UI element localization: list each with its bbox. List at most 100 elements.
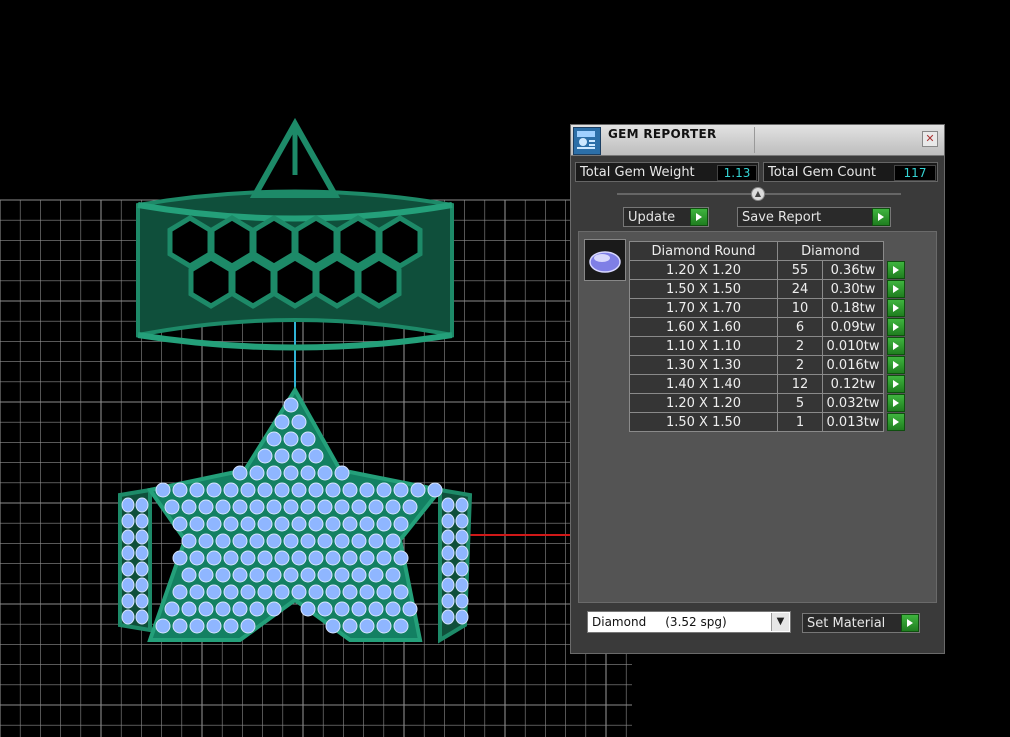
star-pendant-model[interactable] xyxy=(118,386,473,644)
gem-stone xyxy=(266,567,282,583)
gem-stone xyxy=(240,482,256,498)
gem-stone xyxy=(135,561,149,577)
gem-stone xyxy=(232,465,248,481)
gem-weight-cell: 0.032tw xyxy=(822,393,884,413)
gem-stone xyxy=(291,448,307,464)
gem-stone xyxy=(283,465,299,481)
gem-stone xyxy=(215,601,231,617)
gem-count-cell: 6 xyxy=(777,317,823,337)
gem-stone xyxy=(342,618,358,634)
gem-stone xyxy=(317,499,333,515)
gem-stone xyxy=(385,567,401,583)
table-row[interactable]: 1.30 X 1.30 2 0.016tw xyxy=(629,355,907,375)
gem-stone xyxy=(385,601,401,617)
gem-stone xyxy=(155,618,171,634)
gem-stone xyxy=(121,561,135,577)
gem-stone xyxy=(121,545,135,561)
play-icon xyxy=(887,317,905,336)
play-icon xyxy=(887,298,905,317)
row-play-button[interactable] xyxy=(884,374,907,394)
gem-stone xyxy=(249,499,265,515)
gem-stone xyxy=(198,533,214,549)
gem-stone xyxy=(206,482,222,498)
gem-stone xyxy=(181,567,197,583)
row-play-button[interactable] xyxy=(884,260,907,280)
save-report-button[interactable]: Save Report xyxy=(737,207,891,227)
gem-stone xyxy=(455,529,469,545)
gem-stone xyxy=(266,465,282,481)
gem-stone xyxy=(257,448,273,464)
gem-size-cell: 1.60 X 1.60 xyxy=(629,317,778,337)
row-play-button[interactable] xyxy=(884,393,907,413)
play-icon xyxy=(690,208,708,226)
gem-stone xyxy=(135,609,149,625)
gem-stone xyxy=(266,431,282,447)
table-row[interactable]: 1.20 X 1.20 55 0.36tw xyxy=(629,260,907,280)
gem-stone xyxy=(215,567,231,583)
row-play-button[interactable] xyxy=(884,336,907,356)
gem-stone xyxy=(249,465,265,481)
gem-stone xyxy=(342,482,358,498)
gem-stone xyxy=(121,577,135,593)
gem-stone xyxy=(257,482,273,498)
gem-stone xyxy=(393,550,409,566)
row-play-button[interactable] xyxy=(884,279,907,299)
dropdown-arrow-icon[interactable]: ▼ xyxy=(771,613,789,631)
table-row[interactable]: 1.70 X 1.70 10 0.18tw xyxy=(629,298,907,318)
gem-stone xyxy=(455,497,469,513)
total-gem-weight-label: Total Gem Weight xyxy=(580,165,695,180)
gem-stone xyxy=(441,497,455,513)
material-dropdown[interactable]: Diamond (3.52 spg) ▼ xyxy=(587,611,791,633)
gem-stone xyxy=(164,499,180,515)
gem-stone xyxy=(308,516,324,532)
table-row[interactable]: 1.50 X 1.50 24 0.30tw xyxy=(629,279,907,299)
table-row[interactable]: 1.20 X 1.20 5 0.032tw xyxy=(629,393,907,413)
table-row[interactable]: 1.40 X 1.40 12 0.12tw xyxy=(629,374,907,394)
gem-stone xyxy=(441,561,455,577)
play-icon xyxy=(887,336,905,355)
gem-stone xyxy=(232,567,248,583)
gem-stone xyxy=(181,601,197,617)
gem-stone xyxy=(198,499,214,515)
set-material-button[interactable]: Set Material xyxy=(802,613,920,633)
splitter-knob-icon[interactable]: ▲ xyxy=(751,187,765,201)
gem-weight-cell: 0.016tw xyxy=(822,355,884,375)
gem-stone xyxy=(376,516,392,532)
table-row[interactable]: 1.60 X 1.60 6 0.09tw xyxy=(629,317,907,337)
gem-count-cell: 2 xyxy=(777,355,823,375)
update-button[interactable]: Update xyxy=(623,207,709,227)
gem-size-cell: 1.50 X 1.50 xyxy=(629,412,778,432)
gem-stone xyxy=(359,516,375,532)
row-play-button[interactable] xyxy=(884,355,907,375)
gem-stone xyxy=(240,584,256,600)
gem-stone xyxy=(393,516,409,532)
gem-stone xyxy=(325,550,341,566)
gem-size-cell: 1.40 X 1.40 xyxy=(629,374,778,394)
gem-thumbnail-icon[interactable] xyxy=(584,239,626,281)
gem-stone xyxy=(283,397,299,413)
row-play-button[interactable] xyxy=(884,317,907,337)
gem-stone xyxy=(291,516,307,532)
column-header-cut: Diamond Round xyxy=(629,241,778,261)
gem-stone xyxy=(189,516,205,532)
table-row[interactable]: 1.50 X 1.50 1 0.013tw xyxy=(629,412,907,432)
row-play-button[interactable] xyxy=(884,298,907,318)
gem-count-cell: 5 xyxy=(777,393,823,413)
gem-stone xyxy=(232,533,248,549)
gem-stone xyxy=(402,499,418,515)
total-gem-weight-value: 1.13 xyxy=(717,165,757,181)
gem-stone xyxy=(181,533,197,549)
gem-stone xyxy=(455,593,469,609)
gem-stone xyxy=(274,482,290,498)
row-play-button[interactable] xyxy=(884,412,907,432)
gem-count-cell: 1 xyxy=(777,412,823,432)
ring-band-model[interactable] xyxy=(136,117,454,351)
title-bar[interactable]: GEM REPORTER ✕ xyxy=(571,125,944,156)
gem-stone xyxy=(376,584,392,600)
close-icon[interactable]: ✕ xyxy=(922,131,938,147)
play-icon xyxy=(887,355,905,374)
total-gem-weight-box: Total Gem Weight 1.13 xyxy=(575,162,759,182)
gem-stone xyxy=(351,567,367,583)
table-row[interactable]: 1.10 X 1.10 2 0.010tw xyxy=(629,336,907,356)
gem-stone xyxy=(266,601,282,617)
